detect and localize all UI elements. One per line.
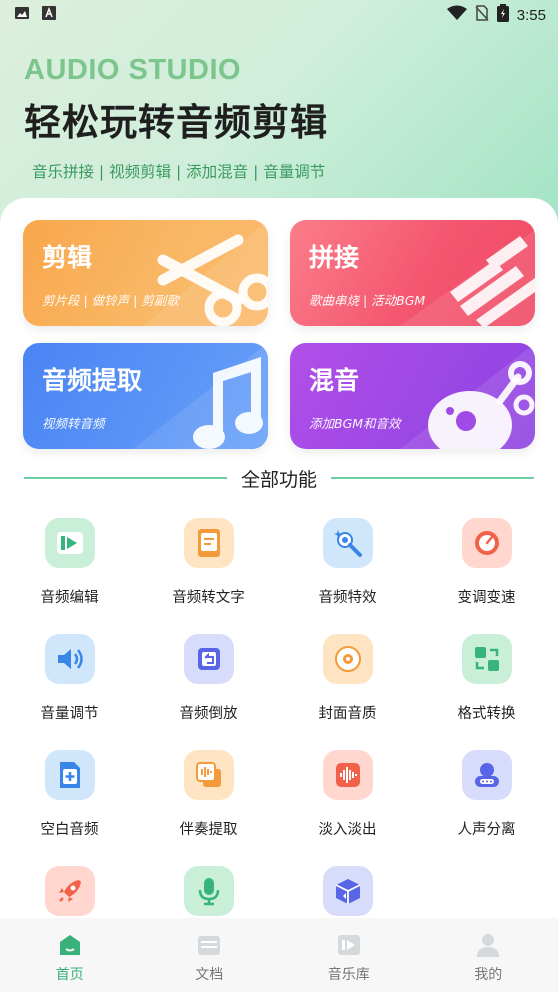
music-library-icon bbox=[336, 932, 362, 958]
feature-label: 音频特效 bbox=[318, 590, 377, 606]
feature-reverse[interactable]: 音频倒放 bbox=[139, 634, 278, 723]
feature-label: 音量调节 bbox=[40, 706, 99, 722]
blank-file-icon bbox=[44, 750, 95, 800]
feature-format-convert[interactable]: 格式转换 bbox=[417, 634, 556, 723]
card-extract-title: 音频提取 bbox=[42, 366, 143, 395]
speedometer-icon bbox=[461, 518, 512, 568]
battery-icon bbox=[496, 4, 509, 26]
profile-icon bbox=[475, 932, 501, 958]
convert-icon bbox=[461, 634, 512, 684]
card-mix[interactable]: 混音 添加BGM和音效 bbox=[290, 343, 535, 449]
feature-label: 空白音频 bbox=[40, 822, 99, 838]
feature-label: 格式转换 bbox=[457, 706, 516, 722]
feature-microphone[interactable] bbox=[139, 866, 278, 916]
magic-wand-icon bbox=[322, 518, 373, 568]
wifi-icon bbox=[446, 5, 467, 25]
microphone-icon bbox=[183, 866, 234, 916]
accompaniment-icon bbox=[183, 750, 234, 800]
status-bar: 3:55 bbox=[0, 0, 558, 30]
feature-label: 音频转文字 bbox=[172, 590, 245, 606]
voice-separation-icon bbox=[461, 750, 512, 800]
no-sim-icon bbox=[475, 5, 489, 25]
feature-label: 伴奏提取 bbox=[179, 822, 238, 838]
gallery-notification-icon bbox=[14, 6, 30, 24]
tab-documents-label: 文档 bbox=[195, 967, 224, 983]
feature-label: 人声分离 bbox=[457, 822, 516, 838]
feature-audio-to-text[interactable]: 音频转文字 bbox=[139, 518, 278, 607]
section-title: 全部功能 bbox=[241, 468, 318, 491]
feature-fade[interactable]: 淡入淡出 bbox=[278, 750, 417, 839]
bottom-tab-bar: 首页 文档 音乐库 我的 bbox=[0, 918, 558, 992]
divider-line-left bbox=[24, 477, 227, 479]
feature-pitch-speed[interactable]: 变调变速 bbox=[417, 518, 556, 607]
tagline: 音乐拼接 | 视频剪辑 | 添加混音 | 音量调节 bbox=[32, 163, 326, 181]
card-cut-title: 剪辑 bbox=[42, 243, 93, 272]
play-icon bbox=[44, 518, 95, 568]
feature-rocket[interactable] bbox=[0, 866, 139, 916]
tab-profile[interactable]: 我的 bbox=[419, 918, 558, 992]
tab-home[interactable]: 首页 bbox=[0, 918, 140, 992]
folder-icon bbox=[196, 932, 222, 958]
home-icon bbox=[57, 932, 83, 958]
card-mix-subtitle: 添加BGM和音效 bbox=[309, 416, 401, 431]
reverse-icon bbox=[183, 634, 234, 684]
rocket-icon bbox=[44, 866, 95, 916]
feature-volume[interactable]: 音量调节 bbox=[0, 634, 139, 723]
tab-home-label: 首页 bbox=[55, 967, 84, 983]
feature-accompaniment[interactable]: 伴奏提取 bbox=[139, 750, 278, 839]
card-cut[interactable]: 剪辑 剪片段 | 做铃声 | 剪副歌 bbox=[23, 220, 268, 326]
speaker-icon bbox=[44, 634, 95, 684]
feature-audio-effects[interactable]: 音频特效 bbox=[278, 518, 417, 607]
card-extract[interactable]: 音频提取 视频转音频 bbox=[23, 343, 268, 449]
tab-music-library[interactable]: 音乐库 bbox=[279, 918, 419, 992]
feature-label: 变调变速 bbox=[457, 590, 516, 606]
divider-line-right bbox=[331, 477, 535, 479]
card-join-subtitle: 歌曲串烧 | 活动BGM bbox=[309, 293, 426, 308]
feature-label: 封面音质 bbox=[318, 706, 377, 722]
card-join-title: 拼接 bbox=[309, 243, 360, 272]
feature-label: 音频编辑 bbox=[40, 590, 99, 606]
card-join[interactable]: 拼接 歌曲串烧 | 活动BGM bbox=[290, 220, 535, 326]
feature-audio-edit[interactable]: 音频编辑 bbox=[0, 518, 139, 607]
page-headline: 轻松玩转音频剪辑 bbox=[24, 101, 328, 144]
document-icon bbox=[183, 518, 234, 568]
feature-cover-quality[interactable]: 封面音质 bbox=[278, 634, 417, 723]
disc-icon bbox=[322, 634, 373, 684]
feature-label: 音频倒放 bbox=[179, 706, 238, 722]
brand-title: AUDIO STUDIO bbox=[24, 54, 242, 86]
card-cut-subtitle: 剪片段 | 做铃声 | 剪副歌 bbox=[42, 293, 179, 308]
tab-profile-label: 我的 bbox=[474, 967, 503, 983]
status-time: 3:55 bbox=[516, 6, 546, 24]
feature-box[interactable] bbox=[278, 866, 417, 916]
feature-label: 淡入淡出 bbox=[318, 822, 377, 838]
feature-voice-separation[interactable]: 人声分离 bbox=[417, 750, 556, 839]
feature-blank-audio[interactable]: 空白音频 bbox=[0, 750, 139, 839]
fade-icon bbox=[322, 750, 373, 800]
section-divider: 全部功能 bbox=[24, 466, 535, 491]
tab-music-library-label: 音乐库 bbox=[327, 967, 370, 983]
font-notification-icon bbox=[42, 6, 56, 24]
card-extract-subtitle: 视频转音频 bbox=[42, 416, 105, 431]
box-icon bbox=[322, 866, 373, 916]
tab-documents[interactable]: 文档 bbox=[140, 918, 280, 992]
card-mix-title: 混音 bbox=[309, 366, 360, 395]
